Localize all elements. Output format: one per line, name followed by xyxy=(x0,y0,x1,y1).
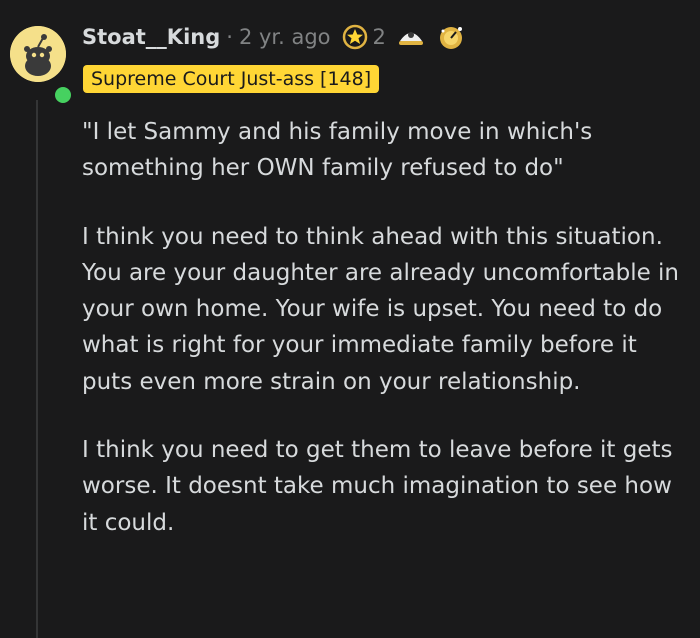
helmet-award-icon xyxy=(398,32,423,45)
comment-paragraph-conclusion: I think you need to get them to leave be… xyxy=(82,437,673,536)
online-status-icon xyxy=(52,84,74,106)
comment-paragraph-advice: I think you need to think ahead with thi… xyxy=(82,223,680,395)
comment-body: "I let Sammy and his family move in whic… xyxy=(82,114,682,573)
gold-gauge-award-icon xyxy=(439,27,462,49)
snoo-avatar-icon xyxy=(10,26,66,82)
comment-paragraph-quote: "I let Sammy and his family move in whic… xyxy=(82,119,593,182)
comment-header: Stoat__King · 2 yr. ago 2 xyxy=(82,22,466,52)
username[interactable]: Stoat__King xyxy=(82,25,220,49)
comment-age[interactable]: 2 yr. ago xyxy=(239,25,331,49)
award-star-wreath[interactable]: 2 xyxy=(341,23,386,51)
award-gold-gauge[interactable] xyxy=(436,23,466,51)
award-helmet[interactable] xyxy=(396,23,426,51)
star-wreath-award-icon xyxy=(342,24,367,50)
award-count: 2 xyxy=(372,25,386,49)
thread-collapse-line[interactable] xyxy=(36,100,38,638)
avatar[interactable] xyxy=(10,26,74,106)
separator-dot: · xyxy=(226,25,233,49)
user-flair: Supreme Court Just-ass [148] xyxy=(83,65,380,93)
